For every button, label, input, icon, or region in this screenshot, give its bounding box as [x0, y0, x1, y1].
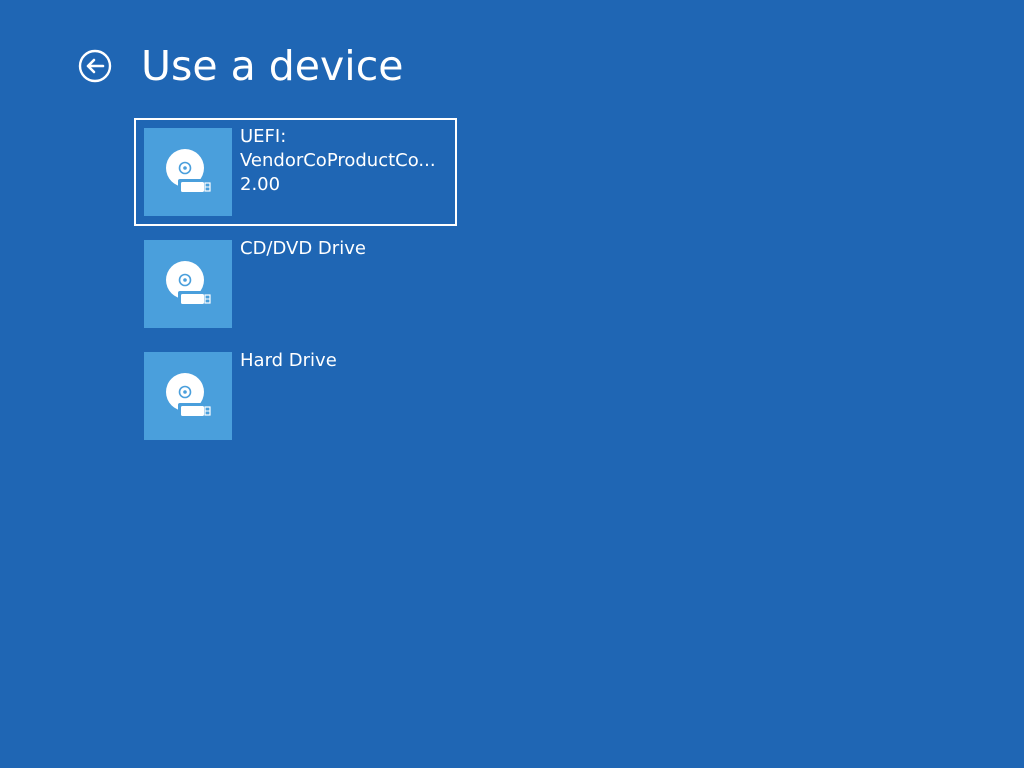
device-tile-label: CD/DVD Drive — [240, 237, 452, 261]
page-title: Use a device — [141, 42, 404, 90]
device-label-line: CD/DVD Drive — [240, 238, 366, 259]
device-label-line: 2.00 — [240, 174, 281, 195]
device-label-line: UEFI: — [240, 126, 287, 147]
device-label-line: Hard Drive — [240, 350, 337, 371]
back-button[interactable] — [78, 49, 112, 83]
device-label-line: VendorCoProductCo... — [240, 150, 436, 171]
header: Use a device — [78, 38, 403, 94]
usb-drive-disc-icon — [144, 240, 232, 328]
usb-drive-disc-icon — [144, 352, 232, 440]
usb-drive-disc-icon — [144, 128, 232, 216]
device-list: UEFI: VendorCoProductCo... 2.00 CD/DVD D… — [134, 118, 464, 454]
device-tile-cd-dvd[interactable]: CD/DVD Drive — [134, 230, 457, 338]
device-tile-hard-drive[interactable]: Hard Drive — [134, 342, 457, 450]
device-tile-uefi[interactable]: UEFI: VendorCoProductCo... 2.00 — [134, 118, 457, 226]
device-tile-label: UEFI: VendorCoProductCo... 2.00 — [240, 125, 452, 197]
back-arrow-circle-icon — [78, 49, 112, 83]
device-tile-label: Hard Drive — [240, 349, 452, 373]
